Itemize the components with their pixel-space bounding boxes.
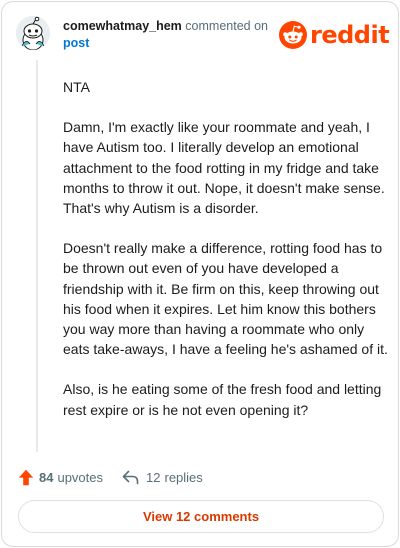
- comment-byline: comewhatmay_hem commented on: [63, 18, 278, 35]
- replies-button[interactable]: 12 replies: [122, 470, 203, 485]
- view-comments-button[interactable]: View 12 comments: [18, 500, 384, 533]
- reply-label: replies: [164, 469, 203, 485]
- reddit-logo-icon: [279, 21, 307, 49]
- comment-card: comewhatmay_hem commented on post reddit: [1, 1, 399, 547]
- post-link[interactable]: post: [63, 36, 89, 50]
- user-avatar[interactable]: [16, 16, 50, 50]
- upvote-count: 84: [39, 469, 54, 485]
- comment-paragraph: Damn, I'm exactly like your roommate and…: [63, 119, 385, 217]
- snoo-avatar-icon: [16, 16, 50, 50]
- reddit-brand[interactable]: reddit: [279, 21, 390, 49]
- upvote-arrow-icon: [18, 469, 34, 486]
- comment-action-text: commented on: [185, 19, 268, 33]
- author-username[interactable]: comewhatmay_hem: [63, 19, 182, 33]
- comment-paragraph: Also, is he eating some of the fresh foo…: [63, 381, 382, 418]
- comment-body: NTA Damn, I'm exactly like your roommate…: [63, 77, 389, 440]
- comment-header: comewhatmay_hem commented on post reddit: [2, 2, 400, 62]
- comment-paragraph: NTA: [63, 79, 90, 95]
- reddit-wordmark: reddit: [310, 21, 390, 49]
- reply-count: 12: [146, 469, 161, 485]
- thread-line: [36, 60, 38, 452]
- reply-arrow-icon: [122, 470, 139, 485]
- comment-actions: 84 upvotes 12 replies: [18, 466, 203, 488]
- upvote-label: upvotes: [57, 469, 104, 485]
- upvote-button[interactable]: 84 upvotes: [18, 469, 103, 486]
- comment-paragraph: Doesn't really make a difference, rottin…: [63, 240, 388, 358]
